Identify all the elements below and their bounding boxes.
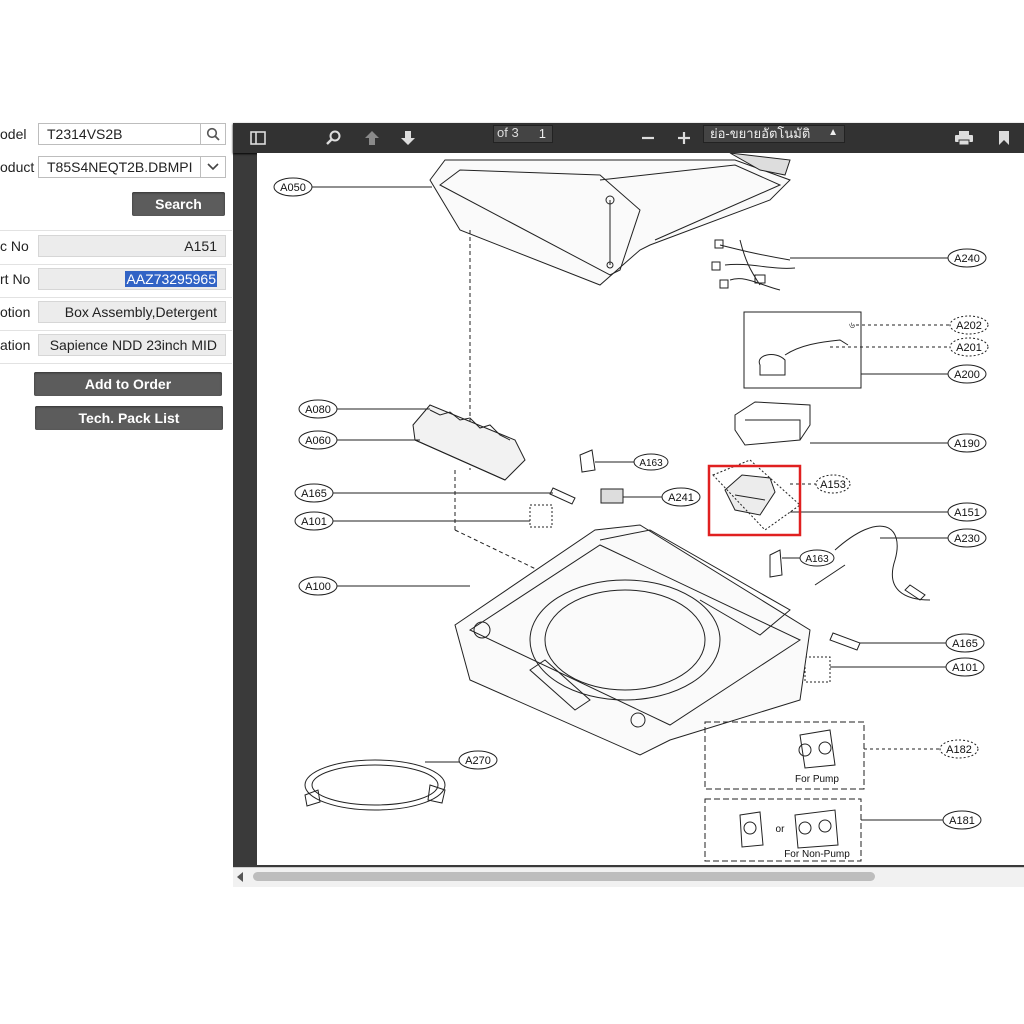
callout-a165-left: A165 — [301, 488, 327, 500]
horizontal-scrollbar[interactable] — [233, 867, 1024, 887]
callout-a163-bottom: A163 — [805, 554, 829, 565]
part-no-label: rt No — [0, 271, 31, 287]
tech-pack-list-button[interactable]: Tech. Pack List — [35, 406, 223, 430]
pdf-page: A050 A240 A202 A201 A200 A080 A060 A190 … — [257, 153, 1024, 865]
callout-a153: A153 — [820, 479, 846, 491]
callout-a200: A200 — [954, 369, 980, 381]
pdf-viewer: 1 of 3 ย่อ-ขยายอัตโนมัติ ▲ A050 A240 A20… — [233, 123, 1024, 887]
callout-a181: A181 — [949, 815, 975, 827]
parts-search-panel: odel T2314VS2B oduct T85S4NEQT2B.DBMPI S… — [0, 0, 232, 1024]
zoom-in-icon[interactable] — [673, 123, 695, 153]
loc-no-field: A151 — [38, 235, 226, 257]
part-no-field[interactable]: AAZ73295965 — [38, 268, 226, 290]
loc-no-label: c No — [0, 238, 29, 254]
callout-a050: A050 — [280, 182, 306, 194]
zoom-out-icon[interactable] — [637, 123, 659, 153]
page-of-label: of 3 — [497, 125, 519, 140]
callout-a101-right: A101 — [952, 662, 978, 674]
callout-a151: A151 — [954, 507, 980, 519]
model-input[interactable]: T2314VS2B — [38, 123, 226, 145]
exploded-parts-diagram: A050 A240 A202 A201 A200 A080 A060 A190 … — [273, 153, 989, 862]
callout-a230: A230 — [954, 533, 980, 545]
callout-a060: A060 — [305, 435, 331, 447]
callout-a240: A240 — [954, 253, 980, 265]
zoom-label: ย่อ-ขยายอัตโนมัติ — [710, 126, 811, 141]
add-to-order-button[interactable]: Add to Order — [34, 372, 222, 396]
zoom-select[interactable]: ย่อ-ขยายอัตโนมัติ ▲ — [703, 125, 845, 143]
updown-icon: ▲ — [828, 127, 838, 138]
search-icon[interactable] — [200, 124, 225, 144]
bookmark-icon[interactable] — [993, 123, 1015, 153]
callout-a201: A201 — [956, 342, 982, 354]
callout-a101-left: A101 — [301, 516, 327, 528]
product-select[interactable]: T85S4NEQT2B.DBMPI — [38, 156, 226, 178]
callout-a163-top: A163 — [639, 458, 663, 469]
specification-field: Sapience NDD 23inch MID — [38, 334, 226, 356]
specification-label: ation — [0, 337, 31, 353]
print-icon[interactable] — [951, 123, 977, 153]
callout-a190: A190 — [954, 438, 980, 450]
callout-a202: A202 — [956, 320, 982, 332]
arrow-down-icon[interactable] — [397, 123, 419, 153]
arrow-up-icon[interactable] — [361, 123, 383, 153]
part-no-value: AAZ73295965 — [125, 271, 217, 287]
model-label: odel — [0, 126, 27, 142]
for-pump-label: For Pump — [795, 774, 839, 785]
scrollbar-thumb[interactable] — [253, 872, 875, 881]
callout-a165-right: A165 — [952, 638, 978, 650]
callout-a241: A241 — [668, 492, 694, 504]
product-value: T85S4NEQT2B.DBMPI — [47, 159, 193, 175]
callout-a270: A270 — [465, 755, 491, 767]
for-non-pump-label: For Non-Pump — [784, 849, 850, 860]
scroll-left-icon[interactable] — [237, 872, 243, 882]
search-icon[interactable] — [323, 123, 345, 153]
sidebar-toggle-icon[interactable] — [247, 123, 269, 153]
callout-a100: A100 — [305, 581, 331, 593]
valve-mark: ৬ — [849, 320, 855, 330]
callout-a182: A182 — [946, 744, 972, 756]
search-button[interactable]: Search — [132, 192, 225, 216]
callout-a080: A080 — [305, 404, 331, 416]
chevron-down-icon[interactable] — [200, 157, 225, 177]
description-label: otion — [0, 304, 31, 320]
or-label: or — [776, 824, 786, 835]
viewer-toolbar: 1 of 3 ย่อ-ขยายอัตโนมัติ ▲ — [233, 123, 1024, 153]
product-label: oduct — [0, 159, 35, 175]
model-value: T2314VS2B — [47, 126, 123, 142]
description-field: Box Assembly,Detergent — [38, 301, 226, 323]
